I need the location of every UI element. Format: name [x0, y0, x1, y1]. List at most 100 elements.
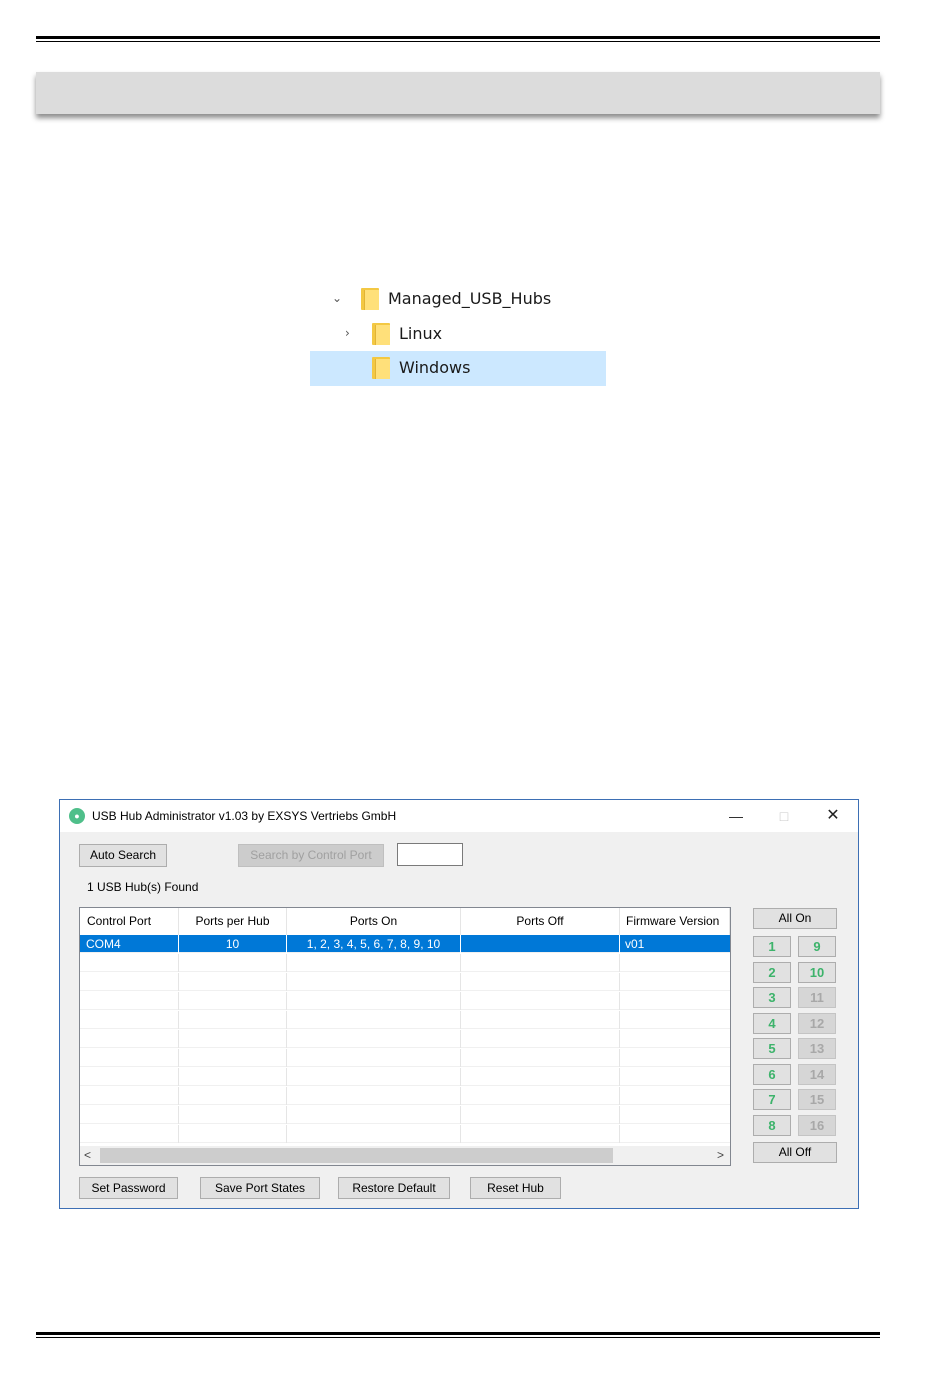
hubs-found-status: 1 USB Hub(s) Found	[87, 880, 199, 894]
restore-default-button[interactable]: Restore Default	[338, 1177, 450, 1199]
chevron-right-icon[interactable]: ›	[345, 326, 350, 340]
tree-item-managed-usb-hubs[interactable]: ⌄ Managed_USB_Hubs	[310, 282, 606, 316]
folder-icon	[372, 357, 390, 379]
port-button-3[interactable]: 3	[753, 987, 791, 1008]
port-button-6[interactable]: 6	[753, 1063, 791, 1085]
table-cell	[461, 1011, 620, 1029]
table-row[interactable]	[80, 1106, 730, 1124]
port-button-4[interactable]: 4	[753, 1012, 791, 1034]
table-row[interactable]	[80, 1068, 730, 1086]
tree-item-linux[interactable]: › Linux	[310, 317, 606, 351]
column-header[interactable]: Ports per Hub	[179, 908, 287, 935]
cell-ports-on: 1, 2, 3, 4, 5, 6, 7, 8, 9, 10	[287, 935, 461, 953]
table-cell	[620, 1106, 730, 1124]
table-cell	[461, 1125, 620, 1143]
tree-item-windows[interactable]: Windows	[310, 351, 606, 386]
port-button-8[interactable]: 8	[753, 1114, 791, 1136]
title-bar[interactable]: ● USB Hub Administrator v1.03 by EXSYS V…	[60, 800, 858, 832]
search-by-control-port-button[interactable]: Search by Control Port	[238, 844, 384, 867]
table-row[interactable]	[80, 1087, 730, 1105]
column-header[interactable]: Ports On	[287, 908, 461, 935]
table-cell	[620, 1030, 730, 1048]
column-header[interactable]: Control Port	[80, 908, 179, 935]
port-button-13[interactable]: 13	[798, 1038, 836, 1059]
port-button-16[interactable]: 16	[798, 1114, 836, 1136]
table-cell	[620, 992, 730, 1010]
table-cell	[620, 1087, 730, 1105]
auto-search-button[interactable]: Auto Search	[79, 844, 167, 867]
table-cell	[620, 954, 730, 972]
table-cell	[179, 1125, 287, 1143]
table-cell	[287, 1125, 461, 1143]
table-row[interactable]	[80, 973, 730, 991]
table-cell	[461, 973, 620, 991]
port-button-11[interactable]: 11	[798, 987, 836, 1008]
table-cell	[287, 1106, 461, 1124]
header-banner	[36, 72, 880, 114]
maximize-button[interactable]: □	[769, 804, 799, 828]
table-cell	[179, 1106, 287, 1124]
scroll-thumb[interactable]	[100, 1148, 613, 1163]
port-button-2[interactable]: 2	[753, 961, 791, 983]
table-row[interactable]	[80, 1011, 730, 1029]
table-cell	[80, 1125, 179, 1143]
table-row[interactable]	[80, 1125, 730, 1143]
table-cell	[80, 954, 179, 972]
scroll-left-icon[interactable]: <	[84, 1148, 91, 1162]
top-rule	[36, 36, 880, 42]
table-cell	[179, 1030, 287, 1048]
save-port-states-button[interactable]: Save Port States	[200, 1177, 320, 1199]
port-button-9[interactable]: 9	[798, 936, 836, 957]
port-button-10[interactable]: 10	[798, 961, 836, 983]
table-row[interactable]	[80, 1030, 730, 1048]
table-cell	[287, 1011, 461, 1029]
table-cell	[620, 1011, 730, 1029]
all-on-button[interactable]: All On	[753, 908, 837, 929]
table-cell	[287, 1030, 461, 1048]
table-cell	[287, 1068, 461, 1086]
tree-item-label: Windows	[399, 358, 471, 377]
cell-control-port: COM4	[80, 935, 179, 953]
scroll-right-icon[interactable]: >	[717, 1148, 724, 1162]
hub-table[interactable]: Control Port Ports per Hub Ports On Port…	[79, 907, 731, 1166]
cell-ports-off	[461, 935, 620, 953]
folder-icon	[372, 323, 390, 345]
table-row[interactable]	[80, 954, 730, 972]
table-cell	[620, 973, 730, 991]
horizontal-scrollbar[interactable]: < >	[80, 1146, 730, 1165]
chevron-down-icon[interactable]: ⌄	[332, 291, 342, 305]
port-button-15[interactable]: 15	[798, 1089, 836, 1110]
all-off-button[interactable]: All Off	[753, 1142, 837, 1163]
table-cell	[461, 1087, 620, 1105]
set-password-button[interactable]: Set Password	[79, 1177, 178, 1199]
table-cell	[179, 1068, 287, 1086]
table-row[interactable]	[80, 992, 730, 1010]
table-cell	[179, 973, 287, 991]
table-cell	[80, 1087, 179, 1105]
table-row[interactable]	[80, 1049, 730, 1067]
minimize-button[interactable]: —	[721, 804, 751, 828]
window-title: USB Hub Administrator v1.03 by EXSYS Ver…	[92, 809, 397, 823]
reset-hub-button[interactable]: Reset Hub	[470, 1177, 561, 1199]
table-cell	[80, 1049, 179, 1067]
table-cell	[461, 1106, 620, 1124]
port-button-7[interactable]: 7	[753, 1089, 791, 1110]
table-cell	[287, 992, 461, 1010]
port-button-14[interactable]: 14	[798, 1063, 836, 1085]
column-header[interactable]: Firmware Version	[620, 908, 730, 935]
cell-firmware-version: v01	[625, 937, 645, 951]
port-button-12[interactable]: 12	[798, 1012, 836, 1034]
control-port-input[interactable]	[397, 843, 463, 866]
port-button-5[interactable]: 5	[753, 1038, 791, 1059]
table-cell	[287, 1087, 461, 1105]
table-cell	[179, 992, 287, 1010]
table-cell	[179, 1049, 287, 1067]
table-row[interactable]: COM4 10 1, 2, 3, 4, 5, 6, 7, 8, 9, 10 v0…	[80, 935, 730, 953]
table-cell	[80, 1106, 179, 1124]
usb-hub-admin-window: ● USB Hub Administrator v1.03 by EXSYS V…	[59, 799, 859, 1209]
port-button-1[interactable]: 1	[753, 936, 791, 957]
column-header[interactable]: Ports Off	[461, 908, 620, 935]
close-button[interactable]: ✕	[818, 804, 848, 828]
table-cell	[287, 973, 461, 991]
table-cell	[179, 1011, 287, 1029]
